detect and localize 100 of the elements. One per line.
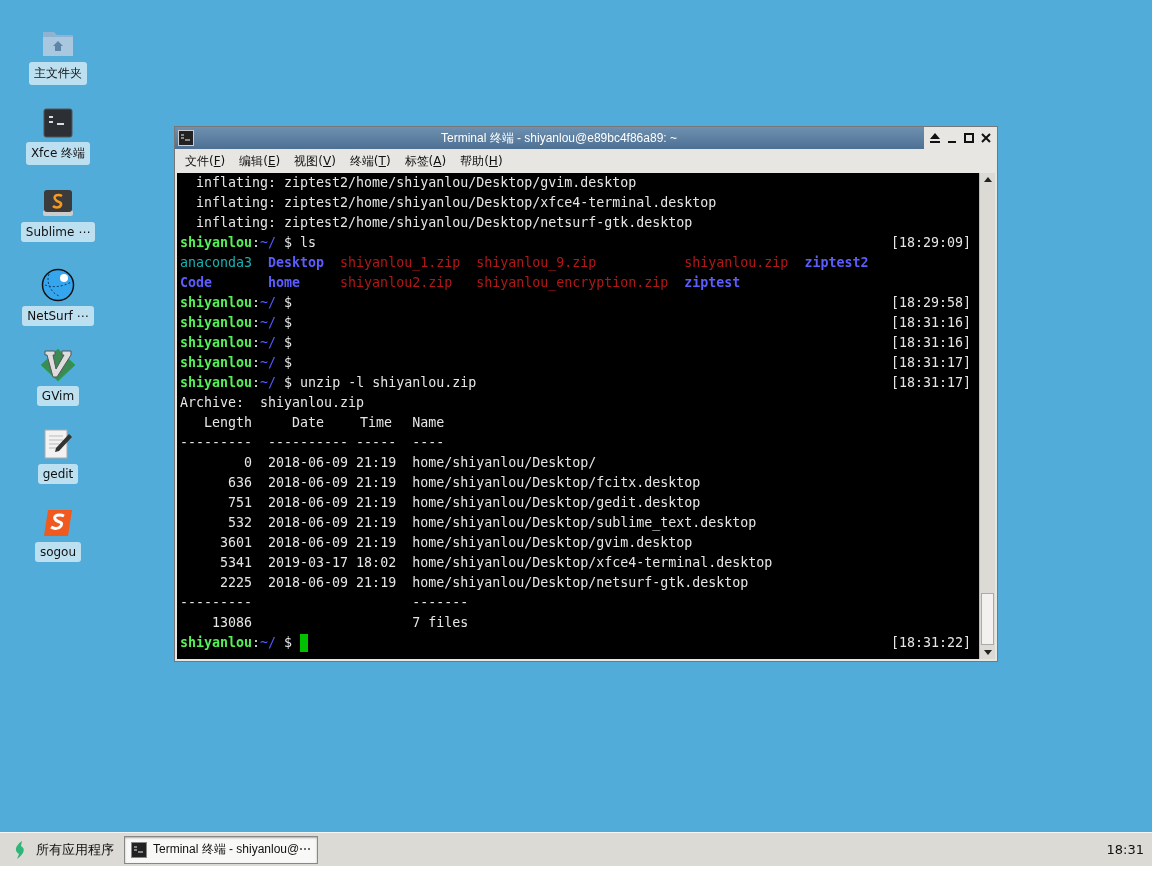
output-line: inflating: ziptest2/home/shiyanlou/Desktop/netsurf-gtk.desktop: [195, 214, 693, 232]
globe-icon[interactable]: [41, 268, 75, 302]
table-cell: Time: [360, 415, 393, 430]
prompt-separator: :: [252, 234, 261, 252]
diamond-icon[interactable]: [40, 348, 76, 382]
file-name: Desktop: [268, 254, 326, 272]
table-cell: home/shiyanlou/Desktop/netsurf-gtk.desktop: [412, 575, 749, 590]
prompt-symbol: $: [284, 234, 293, 252]
timestamp: [18:31:22]: [890, 634, 971, 652]
close-icon[interactable]: [979, 131, 993, 145]
table-cell: 3601: [220, 535, 253, 550]
menu-item[interactable]: 终端(T): [347, 151, 393, 171]
prompt-user: shiyanlou: [180, 314, 253, 332]
desktop-icon-label[interactable]: Sublime ⋯: [20, 222, 96, 242]
menu-item[interactable]: 标签(A): [402, 151, 449, 171]
terminal-icon[interactable]: [43, 108, 73, 138]
terminal-icon: [131, 841, 147, 858]
prompt-separator: :: [252, 634, 261, 652]
scroll-thumb[interactable]: [981, 593, 994, 645]
prompt-path: ~/: [260, 314, 277, 332]
window-title: Terminal 终端 - shiyanlou@e89bc4f86a89: ~: [440, 129, 678, 147]
file-name: anaconda3: [180, 254, 254, 272]
prompt-user: shiyanlou: [180, 634, 253, 652]
prompt-path: ~/: [260, 354, 277, 372]
roll-up-icon[interactable]: [928, 131, 942, 145]
timestamp: [18:29:58]: [890, 294, 971, 312]
output-line: inflating: ziptest2/home/shiyanlou/Desktop/gvim.desktop: [195, 174, 637, 192]
file-name: shiyanlou_1.zip: [340, 254, 462, 273]
table-cell: 2225: [220, 575, 253, 590]
menu-item[interactable]: 帮助(H): [458, 151, 505, 171]
timestamp: [18:29:09]: [890, 234, 971, 252]
prompt-user: shiyanlou: [180, 334, 253, 352]
table-cell: 21:19: [356, 575, 397, 590]
table-cell: 2018-06-09: [268, 535, 349, 550]
prompt-separator: :: [252, 374, 261, 392]
editor-icon[interactable]: [42, 188, 74, 218]
prompt-symbol: $: [284, 334, 293, 352]
table-cell: ----: [412, 435, 445, 450]
notepad-pencil-icon[interactable]: [43, 428, 73, 460]
desktop-icon-label[interactable]: Xfce 终端: [25, 142, 91, 165]
app-logo-icon[interactable]: [42, 508, 74, 538]
table-cell: home/shiyanlou/Desktop/sublime_text.desktop: [412, 515, 757, 530]
prompt-user: shiyanlou: [180, 354, 253, 372]
prompt-symbol: $: [284, 374, 293, 392]
prompt-user: shiyanlou: [180, 234, 253, 252]
prompt-path: ~/: [260, 334, 277, 352]
prompt-path: ~/: [260, 374, 277, 392]
clock: 18:31: [1106, 842, 1144, 857]
table-cell: 0: [244, 455, 253, 470]
desktop-icon-label[interactable]: gedit: [37, 464, 79, 484]
maximize-icon[interactable]: [962, 131, 976, 145]
table-cell: home/shiyanlou/Desktop/fcitx.desktop: [412, 475, 701, 490]
file-name: ziptest2: [804, 254, 869, 272]
output-line: Archive: shiyanlou.zip: [180, 394, 365, 412]
prompt-separator: :: [252, 354, 261, 372]
prompt-symbol: $: [284, 314, 293, 332]
task-button[interactable]: Terminal 终端 - shiyanlou@⋯: [124, 835, 319, 864]
table-cell: home/shiyanlou/Desktop/gedit.desktop: [412, 495, 701, 510]
timestamp: [18:31:16]: [890, 334, 971, 352]
timestamp: [18:31:16]: [890, 314, 971, 332]
table-cell: Date: [292, 415, 325, 430]
menu-item[interactable]: 编辑(E): [237, 151, 283, 171]
prompt-symbol: $: [284, 354, 293, 372]
menu-item[interactable]: 视图(V): [292, 151, 338, 171]
desktop-icon-label[interactable]: NetSurf ⋯: [22, 306, 94, 326]
table-cell: Name: [412, 415, 445, 430]
prompt-separator: :: [252, 294, 261, 312]
desktop-icon-label[interactable]: sogou: [34, 542, 82, 562]
table-cell: 2018-06-09: [268, 495, 349, 510]
command-text: unzip -l shiyanlou.zip: [300, 374, 477, 392]
table-cell: ---------: [180, 435, 253, 450]
table-cell: 21:19: [356, 515, 397, 530]
file-name: shiyanlou_9.zip: [476, 254, 598, 273]
prompt-separator: :: [252, 314, 261, 332]
file-name: shiyanlou_encryption.zip: [476, 274, 670, 293]
file-name: shiyanlou2.zip: [340, 274, 454, 292]
prompt-symbol: $: [284, 634, 293, 652]
table-cell: 2019-03-17: [268, 555, 349, 570]
file-name: shiyanlou.zip: [684, 254, 790, 272]
output-line: inflating: ziptest2/home/shiyanlou/Desktop/xfce4-terminal.desktop: [195, 194, 717, 212]
table-cell: 532: [228, 515, 253, 530]
menu-item[interactable]: 文件(F): [183, 151, 228, 171]
scrollbar[interactable]: [979, 173, 995, 659]
applications-menu-button[interactable]: 所有应用程序: [8, 837, 118, 862]
table-cell: 21:19: [356, 455, 397, 470]
table-cell: 21:19: [356, 475, 397, 490]
table-cell: 2018-06-09: [268, 575, 349, 590]
table-cell: 7 files: [412, 615, 469, 630]
table-cell: home/shiyanlou/Desktop/: [412, 455, 597, 470]
table-cell: 5341: [220, 555, 253, 570]
table-cell: -------: [412, 595, 469, 610]
command-text: ls: [300, 234, 317, 252]
prompt-path: ~/: [260, 234, 277, 252]
prompt-path: ~/: [260, 294, 277, 312]
table-cell: 2018-06-09: [268, 455, 349, 470]
table-cell: 21:19: [356, 535, 397, 550]
table-cell: ---------: [180, 595, 253, 610]
desktop-icon-label[interactable]: 主文件夹: [29, 62, 87, 85]
desktop-icon-label[interactable]: GVim: [36, 386, 80, 406]
table-cell: home/shiyanlou/Desktop/gvim.desktop: [412, 535, 693, 550]
